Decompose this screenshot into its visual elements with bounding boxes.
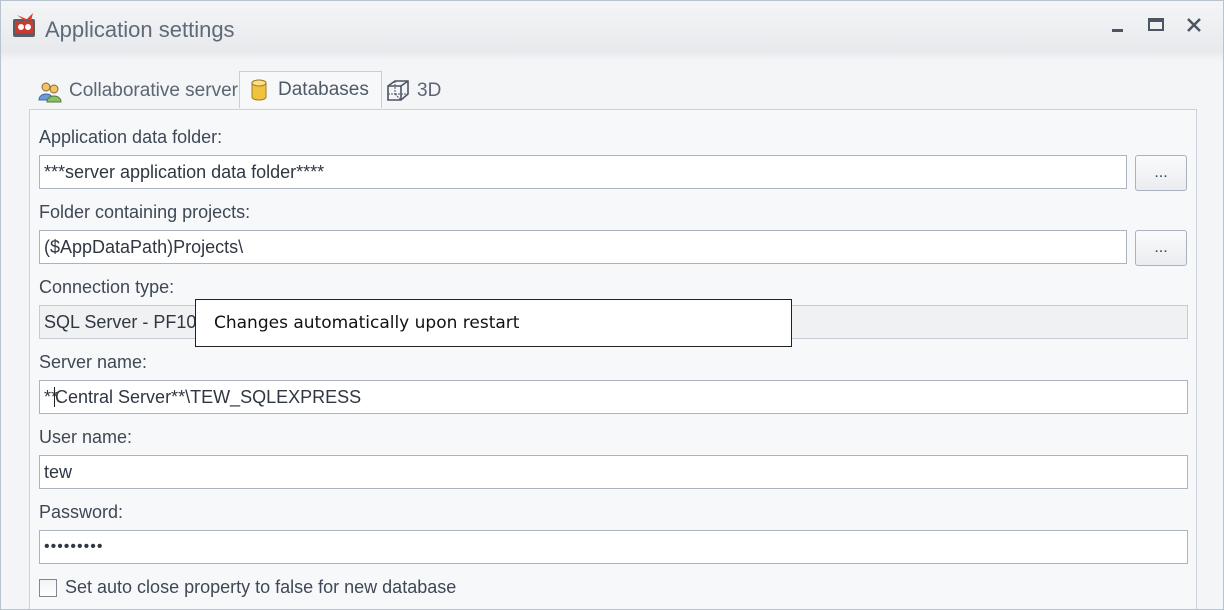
title-bar[interactable]: Application settings [1,1,1223,53]
app-data-folder-label: Application data folder: [39,127,223,147]
tab-label: Collaborative server [69,80,238,101]
tab-strip: Collaborative server Databases 3D [29,71,1197,111]
password-label: Password: [39,502,124,522]
app-data-folder-browse-button[interactable]: ... [1135,155,1187,191]
app-data-folder-input[interactable]: ***server application data folder**** [39,155,1127,189]
minimize-icon [1110,17,1126,38]
auto-close-row: Set auto close property to false for new… [39,577,456,598]
close-icon [1186,17,1202,38]
window-title: Application settings [45,17,235,42]
projects-folder-label: Folder containing projects: [39,202,251,222]
tab-collaborative-server[interactable]: Collaborative server [37,75,238,107]
tab-label: Databases [278,79,369,100]
user-name-label: User name: [39,427,133,447]
user-name-input[interactable]: tew [39,455,1188,489]
restart-note-tooltip: Changes automatically upon restart [195,299,792,347]
tab-databases[interactable]: Databases [239,71,382,108]
password-input[interactable]: ••••••••• [39,530,1188,564]
users-icon [37,78,63,104]
auto-close-checkbox[interactable] [39,578,57,597]
close-button[interactable] [1179,13,1209,41]
server-name-label: Server name: [39,352,148,372]
app-logo-icon [11,11,39,39]
maximize-button[interactable] [1141,13,1171,41]
database-icon [246,77,272,103]
auto-close-label: Set auto close property to false for new… [65,577,457,597]
settings-window: Application settings Collaborative serve… [0,0,1224,610]
server-name-input[interactable]: ** Central Server**\TEW_SQLEXPRESS [39,380,1188,414]
projects-folder-input[interactable]: ($AppDataPath)Projects\ [39,230,1127,264]
tab-label: 3D [417,80,442,101]
minimize-button[interactable] [1103,13,1133,41]
connection-type-label: Connection type: [39,277,175,297]
tab-3d[interactable]: 3D [385,75,441,107]
projects-folder-browse-button[interactable]: ... [1135,230,1187,266]
cube-icon [385,78,411,104]
maximize-icon [1147,17,1165,38]
server-name-value-suffix: Central Server**\TEW_SQLEXPRESS [55,386,362,407]
